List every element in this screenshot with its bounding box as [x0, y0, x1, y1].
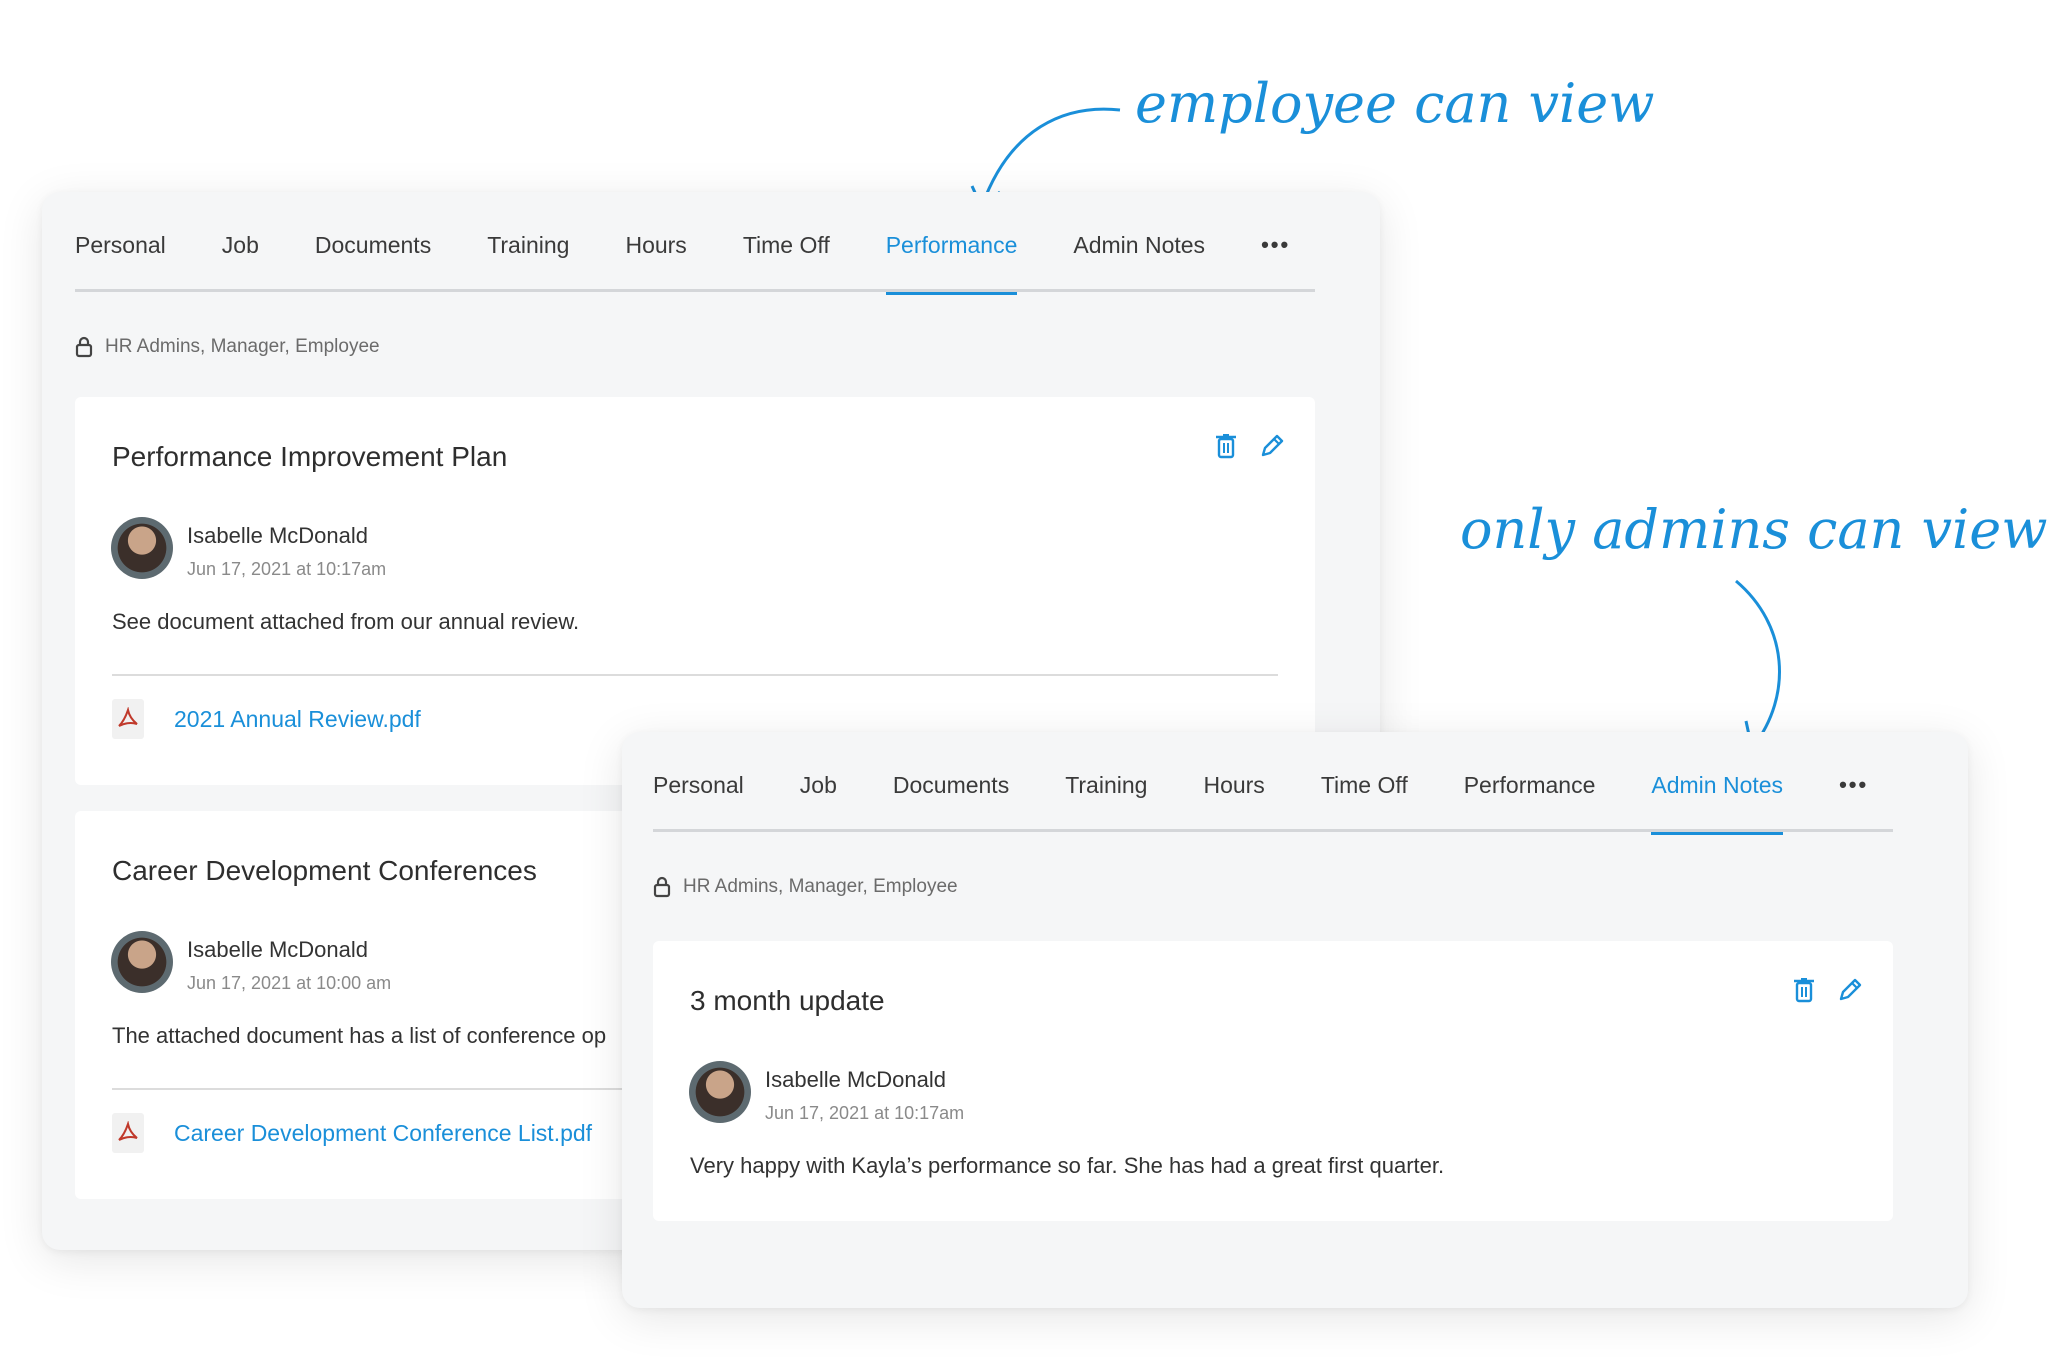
- pdf-icon: [112, 1113, 144, 1153]
- tab-hours[interactable]: Hours: [625, 232, 686, 292]
- avatar: [689, 1061, 751, 1123]
- tab-personal[interactable]: Personal: [653, 772, 744, 832]
- author-name: Isabelle McDonald: [765, 1067, 946, 1092]
- edit-pencil-icon[interactable]: [1259, 433, 1285, 459]
- pdf-icon: [112, 699, 144, 739]
- lock-icon: [75, 336, 93, 358]
- attachment-filename[interactable]: 2021 Annual Review.pdf: [174, 706, 421, 733]
- attachment-filename[interactable]: Career Development Conference List.pdf: [174, 1120, 592, 1147]
- tab-time-off[interactable]: Time Off: [743, 232, 830, 292]
- author-name: Isabelle McDonald: [187, 937, 368, 962]
- note-title: Career Development Conferences: [112, 855, 537, 886]
- tab-hours[interactable]: Hours: [1203, 772, 1264, 832]
- note-card: Performance Improvement Plan Isabelle Mc…: [75, 397, 1315, 785]
- note-body: See document attached from our annual re…: [112, 609, 580, 634]
- more-tabs-button[interactable]: •••: [1261, 232, 1290, 258]
- access-roles-text: HR Admins, Manager, Employee: [105, 336, 380, 357]
- note-author: Isabelle McDonald Jun 17, 2021 at 10:17a…: [689, 1061, 964, 1124]
- note-timestamp: Jun 17, 2021 at 10:00 am: [187, 973, 392, 993]
- access-visibility: HR Admins, Manager, Employee: [653, 876, 958, 898]
- trash-icon[interactable]: [1215, 433, 1237, 459]
- lock-icon: [653, 876, 671, 898]
- note-timestamp: Jun 17, 2021 at 10:17am: [765, 1103, 965, 1123]
- note-body: The attached document has a list of conf…: [112, 1023, 607, 1048]
- avatar: [111, 931, 173, 993]
- annotation-only-admins-can-view: only admins can view: [1460, 498, 2048, 561]
- tab-job[interactable]: Job: [800, 772, 837, 832]
- tab-documents[interactable]: Documents: [893, 772, 1009, 832]
- more-tabs-button[interactable]: •••: [1839, 772, 1868, 798]
- arrow-to-admin-notes-tab: [1735, 579, 1781, 752]
- tab-training[interactable]: Training: [1065, 772, 1147, 832]
- note-author: Isabelle McDonald Jun 17, 2021 at 10:00 …: [111, 931, 391, 994]
- tab-performance[interactable]: Performance: [885, 232, 1017, 295]
- tab-time-off[interactable]: Time Off: [1321, 772, 1408, 832]
- edit-pencil-icon[interactable]: [1837, 977, 1863, 1003]
- attachment-link[interactable]: 2021 Annual Review.pdf: [112, 699, 421, 739]
- avatar: [111, 517, 173, 579]
- tab-training[interactable]: Training: [487, 232, 569, 292]
- profile-tabs: Personal Job Documents Training Hours Ti…: [653, 772, 1893, 835]
- annotation-employee-can-view: employee can view: [1135, 72, 1655, 135]
- note-author: Isabelle McDonald Jun 17, 2021 at 10:17a…: [111, 517, 386, 580]
- note-card: 3 month update Isabelle McDonald Jun 17,…: [653, 941, 1893, 1221]
- author-name: Isabelle McDonald: [187, 523, 368, 548]
- profile-tabs: Personal Job Documents Training Hours Ti…: [75, 232, 1315, 295]
- note-body: Very happy with Kayla’s performance so f…: [690, 1153, 1445, 1178]
- tab-documents[interactable]: Documents: [315, 232, 431, 292]
- note-timestamp: Jun 17, 2021 at 10:17am: [187, 559, 387, 579]
- trash-icon[interactable]: [1793, 977, 1815, 1003]
- note-title: Performance Improvement Plan: [112, 441, 508, 472]
- tab-performance[interactable]: Performance: [1464, 772, 1596, 832]
- attachment-link[interactable]: Career Development Conference List.pdf: [112, 1113, 592, 1153]
- note-title: 3 month update: [690, 985, 885, 1016]
- access-visibility: HR Admins, Manager, Employee: [75, 336, 380, 358]
- tab-admin-notes[interactable]: Admin Notes: [1651, 772, 1783, 835]
- tab-job[interactable]: Job: [222, 232, 259, 292]
- divider: [112, 674, 1278, 676]
- tab-admin-notes[interactable]: Admin Notes: [1073, 232, 1205, 292]
- tab-personal[interactable]: Personal: [75, 232, 166, 292]
- admin-notes-panel: Personal Job Documents Training Hours Ti…: [622, 732, 1968, 1308]
- access-roles-text: HR Admins, Manager, Employee: [683, 876, 958, 897]
